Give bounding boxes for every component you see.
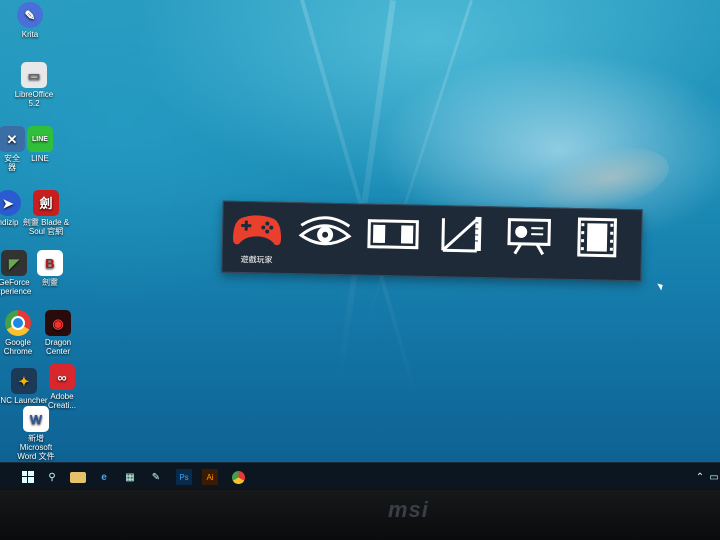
desktop-icon-dragon-center[interactable]: ◉ Dragon Center — [28, 310, 88, 356]
blade-and-soul-icon: 劍 — [33, 190, 59, 216]
desktop-icon-line[interactable]: LINE LINE — [10, 126, 70, 163]
search-button[interactable]: ⚲ — [44, 469, 60, 485]
desktop-icon-libreoffice[interactable]: ▭ LibreOffice 5.2 — [4, 62, 64, 108]
krita-icon: ✎ — [17, 2, 43, 28]
mode-caption: 遊戲玩家 — [240, 254, 273, 265]
brand-logo: msi — [388, 497, 429, 522]
paint-icon: ✎ — [151, 471, 161, 483]
blade-soul-game-icon: B — [37, 250, 63, 276]
chrome-taskbar-button[interactable] — [230, 469, 246, 485]
desktop-icon-label: LINE — [31, 154, 49, 163]
presentation-icon — [507, 218, 551, 256]
laptop-bezel — [0, 490, 720, 540]
message-icon-glyph: ▭ — [709, 471, 719, 483]
file-explorer-button[interactable] — [70, 472, 86, 483]
mouse-cursor — [657, 281, 665, 291]
split-screen-icon — [367, 219, 419, 250]
windows-logo-icon — [22, 471, 34, 483]
desktop-icon-label: 劍靈 Blade & Soul 官網 — [22, 218, 70, 236]
eye-icon — [298, 216, 352, 246]
taskbar: ⚲ e ▦ ✎ Ps Ai ⌃ ▭ — [0, 462, 720, 488]
desktop-icon-label: Krita — [21, 30, 39, 39]
desktop-icon-blade-and-soul[interactable]: B 劍靈 — [20, 250, 80, 287]
ruler-triangle-icon — [441, 216, 482, 253]
desktop-icon-blade-and-soul-site[interactable]: 劍 劍靈 Blade & Soul 官網 — [16, 190, 76, 236]
message-icon[interactable]: ▭ — [706, 469, 720, 485]
adobe-cc-icon: ∞ — [49, 364, 75, 390]
mode-eye-care[interactable] — [296, 211, 353, 268]
search-icon: ⚲ — [48, 471, 56, 483]
paint-button[interactable]: ✎ — [148, 469, 164, 485]
mode-movie[interactable] — [568, 217, 625, 274]
mode-display[interactable] — [364, 213, 421, 270]
film-icon — [577, 217, 618, 258]
display-mode-panel: 遊戲玩家 — [221, 200, 643, 282]
desktop-icon-label: LibreOffice 5.2 — [14, 90, 54, 108]
document-icon: ▭ — [21, 62, 47, 88]
word-document-icon: W — [23, 406, 49, 432]
photoshop-icon: Ps — [179, 472, 189, 482]
chevron-up-icon: ⌃ — [695, 471, 705, 483]
chrome-icon — [231, 470, 245, 484]
desktop-icon-label: 劍靈 — [42, 278, 58, 287]
edge-icon: e — [101, 471, 107, 483]
desktop-icon-label: 新增 Microsoft Word 文件 — [17, 434, 55, 461]
calculator-button[interactable]: ▦ — [122, 469, 138, 485]
desktop: ✎ Krita ▭ LibreOffice 5.2 ✕ 安全 器 LINE LI… — [0, 0, 720, 488]
illustrator-icon: Ai — [206, 472, 214, 482]
desktop-icon-word-document[interactable]: W 新增 Microsoft Word 文件 — [6, 406, 66, 461]
edge-button[interactable]: e — [96, 469, 112, 485]
start-button[interactable] — [20, 469, 36, 485]
calculator-icon: ▦ — [125, 471, 135, 483]
mode-gaming[interactable]: 遊戲玩家 — [228, 210, 285, 267]
photoshop-button[interactable]: Ps — [176, 469, 192, 485]
mode-presentation[interactable] — [500, 215, 557, 272]
desktop-icon-label: Dragon Center — [44, 338, 72, 356]
line-icon: LINE — [27, 126, 53, 152]
gamepad-icon — [233, 215, 282, 246]
dragon-center-icon: ◉ — [45, 310, 71, 336]
desktop-icon-krita[interactable]: ✎ Krita — [0, 2, 60, 39]
mode-design[interactable] — [432, 214, 489, 271]
desktop-icon-adobe-cc[interactable]: ∞ Adobe Creati... — [32, 364, 92, 410]
illustrator-button[interactable]: Ai — [202, 469, 218, 485]
